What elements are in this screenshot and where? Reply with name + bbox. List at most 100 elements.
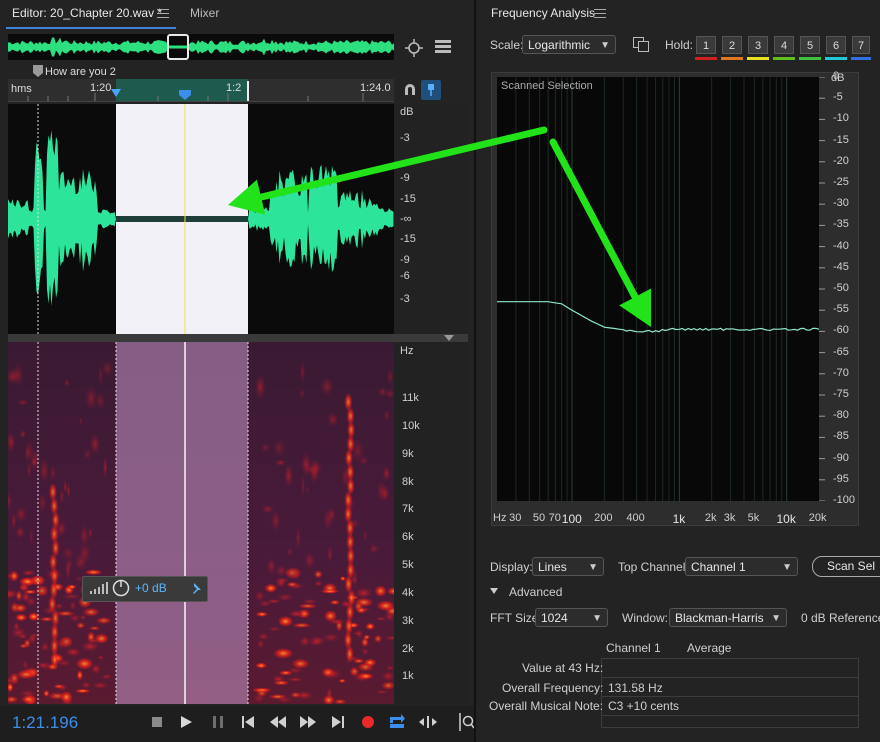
spectral-energy-mark [321, 667, 335, 678]
copy-graph-icon[interactable] [633, 37, 649, 52]
spectral-energy-mark [53, 684, 64, 689]
rewind-icon[interactable] [270, 716, 286, 728]
stop-icon[interactable] [152, 717, 162, 727]
spectral-energy-mark [84, 385, 98, 412]
spectral-display[interactable] [8, 342, 394, 704]
spectral-energy-mark [29, 447, 41, 473]
gain-knob-icon[interactable] [112, 579, 130, 597]
spectral-energy-mark [20, 591, 31, 603]
y-tick-label: -50 [833, 282, 849, 294]
selection-start-handle[interactable] [111, 89, 121, 99]
skip-selection-icon[interactable] [419, 716, 437, 728]
marker-icon[interactable] [33, 65, 43, 77]
spectral-energy-mark [255, 662, 267, 669]
top-channel-dropdown[interactable]: Channel 1 ▼ [685, 557, 798, 576]
spectral-energy-mark [283, 463, 294, 489]
x-tick-label: 5k [747, 512, 760, 524]
spectral-energy-mark [357, 662, 374, 672]
marker-label: How are you 2 [45, 66, 116, 78]
display-dropdown[interactable]: Lines ▼ [532, 557, 604, 576]
y-tick-label: -100 [833, 494, 856, 506]
fft-chevron-icon: ▼ [592, 613, 602, 624]
layout-toggle-icon[interactable] [435, 40, 451, 54]
advanced-label[interactable]: Advanced [509, 585, 562, 599]
y-tick-label: 0 [833, 70, 840, 82]
editor-tab-underline [6, 27, 176, 29]
editor-tab-menu-icon[interactable] [157, 9, 169, 18]
spectral-energy-mark [89, 433, 101, 456]
hold-button-7[interactable]: 7 [852, 36, 870, 54]
spectral-energy-mark [274, 564, 288, 577]
hold-button-6[interactable]: 6 [826, 36, 846, 54]
hold-button-2[interactable]: 2 [722, 36, 742, 54]
skip-start-icon[interactable] [242, 716, 254, 728]
waveform-overview[interactable] [8, 34, 394, 60]
waveform-display[interactable] [8, 104, 394, 334]
spectral-energy-mark [266, 557, 276, 575]
spectral-energy-mark [338, 678, 346, 683]
hold-button-5[interactable]: 5 [800, 36, 820, 54]
spectral-energy-mark [88, 626, 101, 631]
top-channel-value: Channel 1 [691, 560, 746, 574]
skip-end-icon[interactable] [332, 716, 344, 728]
spectral-energy-mark [38, 492, 47, 514]
editor-tab[interactable]: Editor: 20_Chapter 20.wav * [12, 6, 162, 20]
play-icon[interactable] [181, 716, 192, 728]
db-label-3b: -3 [400, 293, 410, 305]
db-label-15b: -15 [400, 233, 416, 245]
pause-icon[interactable] [213, 716, 223, 728]
hold-button-4[interactable]: 4 [774, 36, 794, 54]
spectral-energy-mark [49, 465, 57, 481]
db-label-6b: -6 [400, 270, 410, 282]
fft-size-dropdown[interactable]: 1024 ▼ [535, 608, 608, 627]
hz-label-9k: 9k [402, 448, 414, 460]
advanced-chevron-icon[interactable] [490, 588, 498, 594]
spectral-energy-mark [290, 568, 301, 581]
scale-dropdown[interactable]: Logarithmic ▼ [522, 35, 616, 54]
window-dropdown[interactable]: Blackman-Harris ▼ [669, 608, 787, 627]
hold-color-5 [799, 57, 821, 60]
hold-button-1[interactable]: 1 [696, 36, 716, 54]
y-tick-label: -35 [833, 218, 849, 231]
x-tick-label: Hz [493, 512, 507, 524]
spectral-energy-mark [275, 696, 294, 704]
mixer-tab[interactable]: Mixer [190, 6, 219, 20]
spectral-energy-mark [65, 557, 71, 581]
spectral-energy-mark [361, 647, 369, 656]
frequency-analysis-menu-icon[interactable] [594, 9, 606, 18]
magnet-icon[interactable] [402, 82, 418, 98]
spectral-energy-mark [320, 376, 334, 397]
row-value-musical-note: C3 +10 cents [608, 699, 680, 713]
hz-label-1k: 1k [402, 670, 414, 682]
spectral-energy-mark [256, 639, 265, 649]
y-tick-label: -5 [833, 91, 843, 104]
y-tick-label: -95 [833, 472, 849, 485]
selection-end-line[interactable] [247, 81, 249, 101]
y-tick-label: -80 [833, 409, 849, 422]
spectral-energy-mark [267, 626, 282, 632]
spectral-energy-mark [15, 613, 28, 622]
y-tick-label: -25 [833, 176, 849, 188]
spectral-energy-mark [305, 485, 310, 494]
zoom-to-selection-icon[interactable] [404, 38, 424, 58]
spectral-energy-mark [368, 543, 380, 554]
spectral-energy-mark [354, 601, 363, 611]
view-divider[interactable] [8, 334, 468, 342]
hud-pin-icon[interactable] [190, 582, 202, 594]
divider-collapse-icon[interactable] [444, 335, 454, 341]
spectral-energy-mark [273, 648, 294, 659]
playhead-handle[interactable] [179, 90, 191, 100]
scan-button[interactable]: Scan Sel [812, 556, 880, 577]
fast-forward-icon[interactable] [300, 716, 316, 728]
zoom-in-icon[interactable] [459, 713, 474, 731]
loop-icon[interactable] [389, 714, 405, 729]
frequency-graph[interactable] [497, 77, 819, 501]
spectral-energy-mark [254, 374, 266, 400]
spectral-energy-mark [363, 634, 371, 640]
table-header-average: Average [687, 641, 732, 655]
record-icon[interactable] [362, 716, 374, 728]
db-label-15: -15 [400, 193, 416, 205]
hold-button-3[interactable]: 3 [748, 36, 768, 54]
x-tick-label: 1k [672, 512, 686, 526]
spectral-energy-mark [385, 666, 394, 671]
